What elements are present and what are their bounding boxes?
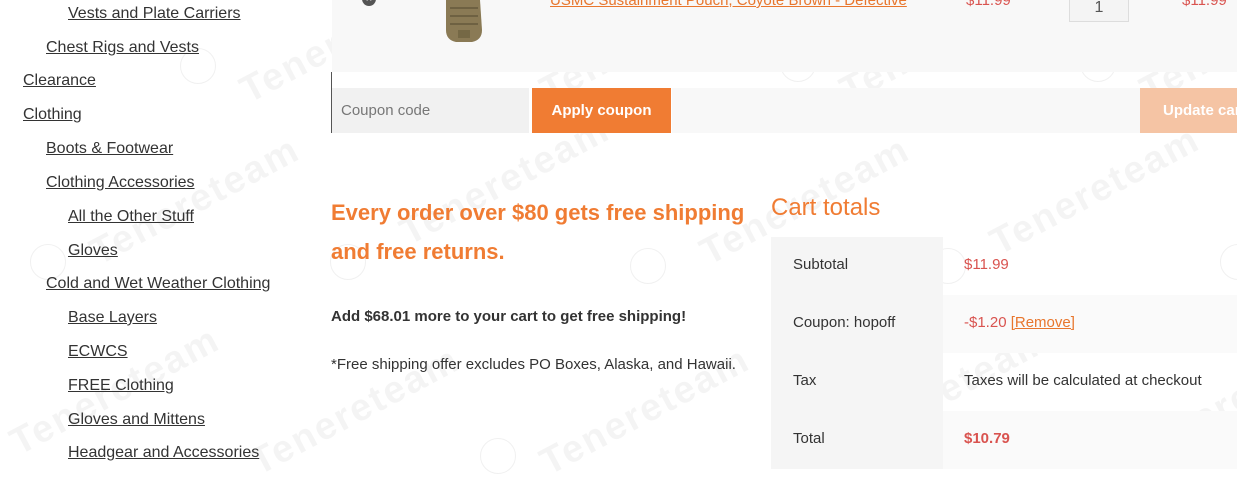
- free-shipping-note: *Free shipping offer excludes PO Boxes, …: [331, 356, 736, 373]
- sidebar-item-vests-plate-carriers[interactable]: Vests and Plate Carriers: [68, 5, 241, 23]
- free-shipping-heading: Every order over $80 gets free shipping …: [331, 200, 745, 264]
- coupon-code-input[interactable]: [332, 88, 529, 133]
- sidebar-item-clothing-accessories[interactable]: Clothing Accessories: [46, 174, 195, 192]
- coupon-row-spacer: [672, 88, 1140, 133]
- sidebar-item-cold-wet-weather[interactable]: Cold and Wet Weather Clothing: [46, 275, 270, 293]
- sidebar-item-headgear-accessories[interactable]: Headgear and Accessories: [68, 444, 259, 462]
- sidebar-item-clearance[interactable]: Clearance: [23, 72, 96, 90]
- total-value: $10.79: [964, 430, 1010, 447]
- product-subtotal: $11.99: [1182, 0, 1227, 9]
- sidebar-item-ecwcs[interactable]: ECWCS: [68, 343, 128, 361]
- remove-coupon-link[interactable]: [Remove]: [1011, 314, 1075, 331]
- sidebar-item-base-layers[interactable]: Base Layers: [68, 309, 157, 327]
- product-thumbnail[interactable]: [440, 0, 488, 44]
- sidebar-item-gloves[interactable]: Gloves: [68, 242, 118, 260]
- sidebar-item-free-clothing[interactable]: FREE Clothing: [68, 377, 174, 395]
- totals-row-total: Total $10.79: [771, 411, 1237, 469]
- product-price: $11.99: [966, 0, 1011, 9]
- totals-row-subtotal: Subtotal $11.99: [771, 237, 1237, 295]
- subtotal-label: Subtotal: [793, 256, 849, 273]
- cart-totals-title: Cart totals: [771, 194, 881, 221]
- totals-row-coupon: Coupon: hopoff -$1.20 [Remove]: [771, 295, 1237, 353]
- subtotal-value: $11.99: [964, 256, 1009, 273]
- tax-value: Taxes will be calculated at checkout: [964, 372, 1202, 389]
- quantity-input[interactable]: 1: [1069, 0, 1129, 22]
- sidebar-item-gloves-mittens[interactable]: Gloves and Mittens: [68, 411, 205, 429]
- product-name-link[interactable]: USMC Sustainment Pouch, Coyote Brown - D…: [550, 0, 907, 9]
- update-cart-button[interactable]: Update cart: [1140, 88, 1237, 133]
- total-label: Total: [793, 430, 825, 447]
- category-sidebar: Vests and Plate Carriers Chest Rigs and …: [0, 0, 320, 462]
- sidebar-item-boots-footwear[interactable]: Boots & Footwear: [46, 140, 173, 158]
- totals-row-tax: Tax Taxes will be calculated at checkout: [771, 353, 1237, 411]
- apply-coupon-button[interactable]: Apply coupon: [532, 88, 671, 133]
- coupon-discount-value: -$1.20: [964, 314, 1007, 331]
- tax-label: Tax: [793, 372, 817, 389]
- free-shipping-progress-text: Add $68.01 more to your cart to get free…: [331, 308, 687, 325]
- coupon-label: Coupon: hopoff: [793, 314, 896, 331]
- watermark-seal-icon: [480, 438, 516, 474]
- sidebar-item-all-other-stuff[interactable]: All the Other Stuff: [68, 208, 194, 226]
- sidebar-item-chest-rigs[interactable]: Chest Rigs and Vests: [46, 39, 199, 57]
- sidebar-item-clothing[interactable]: Clothing: [23, 106, 82, 124]
